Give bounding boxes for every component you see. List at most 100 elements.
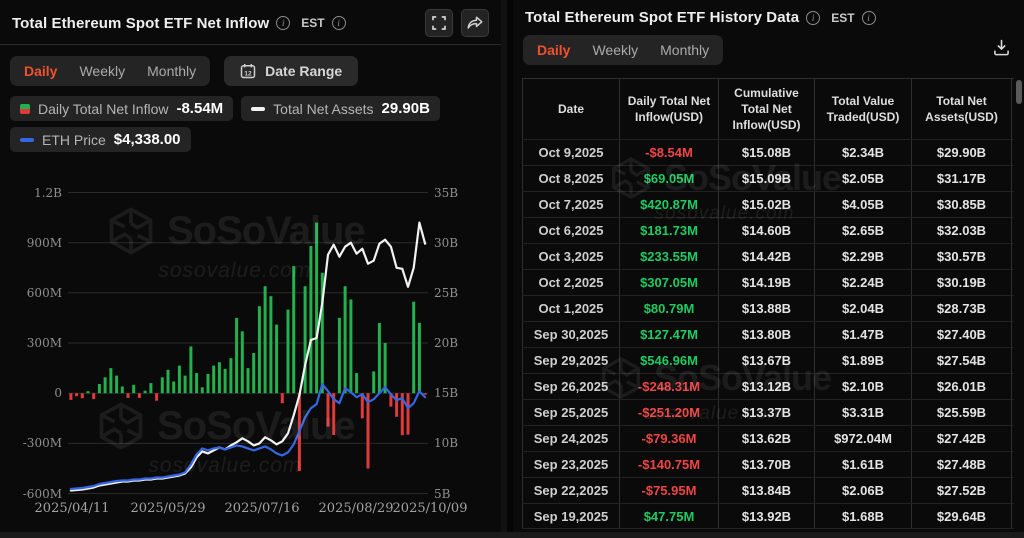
inflow-bar [167, 370, 170, 393]
inflow-bar [138, 393, 141, 398]
table-row[interactable]: Oct 7,2025$420.87M$15.02B$4.05B$30.85B [522, 191, 1014, 217]
table-row[interactable]: Oct 8,2025$69.05M$15.09B$2.05B$31.17B [522, 165, 1014, 191]
history-data-panel: Total Ethereum Spot ETF History Data i E… [513, 0, 1024, 538]
cell-daily-inflow: $47.75M [620, 504, 719, 528]
cell-date: Oct 8,2025 [522, 166, 620, 191]
tab-weekly[interactable]: Weekly [592, 42, 638, 58]
cell-daily-inflow: -$75.95M [620, 478, 719, 503]
table-row[interactable]: Oct 3,2025$233.55M$14.42B$2.29B$30.57B [522, 243, 1014, 269]
x-axis-tick: 2025/07/16 [225, 501, 300, 516]
legend-eth-price[interactable]: ETH Price $4,338.00 [10, 127, 191, 152]
inflow-bar [424, 393, 427, 395]
cell-value-traded: $1.68B [815, 504, 912, 528]
cell-date: Sep 23,2025 [522, 452, 620, 477]
inflow-bar [407, 393, 410, 435]
page-title: Total Ethereum Spot ETF Net Inflow [12, 15, 269, 32]
table-row[interactable]: Sep 19,2025$47.75M$13.92B$1.68B$29.64B [522, 503, 1014, 529]
cell-daily-inflow: $181.73M [620, 218, 719, 243]
tab-daily[interactable]: Daily [537, 42, 570, 58]
table-row[interactable]: Oct 2,2025$307.05M$14.19B$2.24B$30.19B [522, 269, 1014, 295]
table-row[interactable]: Oct 6,2025$181.73M$14.60B$2.65B$32.03B [522, 217, 1014, 243]
table-row[interactable]: Sep 30,2025$127.47M$13.80B$1.47B$27.40B [522, 321, 1014, 347]
download-button[interactable] [993, 39, 1014, 61]
bar-swatch-icon [20, 104, 30, 114]
inflow-bar [378, 323, 381, 393]
table-row[interactable]: Sep 24,2025-$79.36M$13.62B$972.04M$27.42… [522, 425, 1014, 451]
inflow-bar [372, 371, 375, 393]
cell-net-assets: $27.52B [912, 478, 1012, 503]
table-scrollbar-thumb[interactable] [1016, 80, 1022, 104]
cell-net-assets: $30.19B [912, 270, 1012, 295]
inflow-bar [264, 286, 267, 393]
inflow-bar [349, 300, 352, 394]
info-icon[interactable]: i [332, 16, 346, 30]
fullscreen-button[interactable] [425, 9, 453, 37]
cell-net-assets: $25.59B [912, 400, 1012, 425]
right-panel-header: Total Ethereum Spot ETF History Data i E… [513, 0, 1024, 33]
cell-cumulative-inflow: $13.80B [719, 322, 815, 347]
timezone-label: EST [831, 11, 854, 25]
tab-monthly[interactable]: Monthly [147, 63, 196, 79]
inflow-bar [292, 266, 295, 393]
cell-value-traded: $2.10B [815, 374, 912, 399]
y-axis-tick-right: 30B [434, 237, 458, 249]
legend-total-net-assets[interactable]: Total Net Assets 29.90B [241, 96, 440, 121]
tab-monthly[interactable]: Monthly [660, 42, 709, 58]
cell-daily-inflow: -$251.20M [620, 400, 719, 425]
cell-net-assets: $27.48B [912, 452, 1012, 477]
table-row[interactable]: Sep 26,2025-$248.31M$13.12B$2.10B$26.01B [522, 373, 1014, 399]
y-axis-tick-left: 1.2B [0, 187, 62, 199]
cell-value-traded: $1.89B [815, 348, 912, 373]
table-row[interactable]: Oct 1,2025$80.79M$13.88B$2.04B$28.73B [522, 295, 1014, 321]
inflow-bar [241, 331, 244, 393]
cell-cumulative-inflow: $15.02B [719, 192, 815, 217]
date-range-button[interactable]: 12 Date Range [224, 56, 358, 86]
inflow-bar [178, 366, 181, 394]
info-icon[interactable]: i [276, 16, 290, 30]
legend-daily-net-inflow[interactable]: Daily Total Net Inflow -8.54M [10, 96, 233, 121]
cell-value-traded: $4.05B [815, 192, 912, 217]
inflow-bar [184, 376, 187, 394]
inflow-bar [98, 384, 101, 393]
share-button[interactable] [461, 9, 489, 37]
table-row[interactable]: Sep 23,2025-$140.75M$13.70B$1.61B$27.48B [522, 451, 1014, 477]
inflow-bar [258, 306, 261, 393]
info-icon[interactable]: i [862, 11, 876, 25]
cell-date: Sep 22,2025 [522, 478, 620, 503]
history-table-body: Oct 9,2025-$8.54M$15.08B$2.34B$29.90BOct… [522, 139, 1014, 529]
cell-date: Sep 19,2025 [522, 504, 620, 528]
cell-cumulative-inflow: $15.09B [719, 166, 815, 191]
download-icon [993, 39, 1010, 56]
tab-weekly[interactable]: Weekly [79, 63, 125, 79]
inflow-bar [247, 368, 250, 393]
inflow-bar [275, 325, 278, 394]
cell-daily-inflow: $80.79M [620, 296, 719, 321]
info-icon[interactable]: i [806, 11, 820, 25]
timezone-label: EST [301, 16, 324, 30]
inflow-bar [224, 369, 227, 393]
inflow-bar [355, 373, 358, 393]
cell-value-traded: $2.05B [815, 166, 912, 191]
svg-text:12: 12 [245, 70, 253, 77]
inflow-bar [75, 393, 78, 396]
cell-date: Oct 1,2025 [522, 296, 620, 321]
tab-daily[interactable]: Daily [24, 63, 57, 79]
inflow-bar [412, 302, 415, 394]
history-period-tabs-row: Daily Weekly Monthly [513, 33, 1024, 65]
y-axis-tick-right: 15B [434, 387, 458, 399]
table-row[interactable]: Oct 9,2025-$8.54M$15.08B$2.34B$29.90B [522, 139, 1014, 165]
table-row[interactable]: Sep 25,2025-$251.20M$13.37B$3.31B$25.59B [522, 399, 1014, 425]
cell-net-assets: $29.90B [912, 140, 1012, 165]
inflow-bar [229, 358, 232, 393]
inflow-bar [92, 393, 95, 399]
cell-cumulative-inflow: $14.19B [719, 270, 815, 295]
inflow-bar [344, 286, 347, 393]
x-axis-tick: 2025/04/11 [35, 501, 110, 516]
history-table-header: Date Daily Total Net Inflow(USD) Cumulat… [522, 78, 1014, 139]
legend-value: -8.54M [176, 100, 223, 117]
table-row[interactable]: Sep 22,2025-$75.95M$13.84B$2.06B$27.52B [522, 477, 1014, 503]
cell-value-traded: $972.04M [815, 426, 912, 451]
table-row[interactable]: Sep 29,2025$546.96M$13.67B$1.89B$27.54B [522, 347, 1014, 373]
inflow-bar [69, 393, 72, 400]
cell-cumulative-inflow: $13.88B [719, 296, 815, 321]
